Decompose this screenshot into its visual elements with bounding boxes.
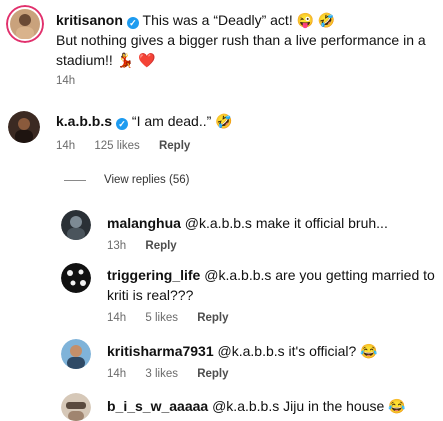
- reply-time: 14h: [107, 312, 127, 324]
- view-replies-divider: [64, 180, 86, 181]
- reply-text: triggering_life @k.a.b.b.s are you getti…: [107, 266, 435, 284]
- reply-body: @k.a.b.b.s make it official bruh...: [184, 215, 388, 231]
- reply-text-line: kriti is real???: [107, 287, 194, 303]
- username[interactable]: kritisanon: [56, 12, 123, 28]
- reply-text: malanghua @k.a.b.b.s make it official br…: [107, 214, 388, 232]
- username[interactable]: kritisharma7931: [107, 343, 214, 359]
- reply-button[interactable]: Reply: [197, 368, 228, 380]
- comment-body: This was a “Deadly” act! 😜 🤣: [142, 12, 336, 28]
- comment-text-line: But nothing gives a bigger rush than a l…: [56, 32, 426, 48]
- avatar[interactable]: [61, 263, 91, 293]
- likes-count[interactable]: 3 likes: [145, 368, 178, 380]
- username[interactable]: k.a.b.b.s: [56, 113, 112, 129]
- comment-text-line: stadium!! 💃 ❤️: [56, 52, 156, 68]
- comment-time: 14h: [56, 75, 76, 87]
- comment-text: kritisanon ✓ This was a “Deadly” act! 😜 🤣: [56, 11, 335, 29]
- avatar[interactable]: [61, 393, 91, 421]
- reply-button[interactable]: Reply: [197, 312, 228, 324]
- verified-badge-icon: ✓: [126, 17, 139, 29]
- reply-body: @k.a.b.b.s are you getting married to: [204, 267, 435, 283]
- comment-meta: 14h 125 likes Reply: [56, 139, 206, 153]
- reply-time: 13h: [107, 240, 127, 252]
- reply-meta: 14h 5 likes Reply: [107, 311, 245, 325]
- avatar[interactable]: [8, 111, 40, 143]
- avatar[interactable]: [61, 210, 91, 240]
- reply-button[interactable]: Reply: [145, 240, 176, 252]
- avatar[interactable]: [61, 339, 91, 369]
- comment-body: “I am dead..” 🤣: [131, 113, 233, 129]
- reply-meta: 14h 3 likes Reply: [107, 367, 245, 381]
- username[interactable]: b_i_s_w_aaaaa: [107, 398, 208, 414]
- reply-button[interactable]: Reply: [159, 140, 190, 152]
- reply-meta: 13h Reply: [107, 239, 193, 253]
- verified-badge-icon: ✓: [116, 118, 129, 130]
- comment-meta: 14h: [56, 74, 91, 88]
- likes-count[interactable]: 5 likes: [145, 312, 178, 324]
- view-replies-button[interactable]: View replies (56): [104, 173, 189, 187]
- reply-text: b_i_s_w_aaaaa @k.a.b.b.s Jiju in the hou…: [107, 397, 406, 415]
- avatar[interactable]: [6, 5, 44, 43]
- username[interactable]: triggering_life: [107, 267, 200, 283]
- likes-count[interactable]: 125 likes: [94, 140, 139, 152]
- reply-time: 14h: [107, 368, 127, 380]
- reply-text: kritisharma7931 @k.a.b.b.s it's official…: [107, 342, 378, 360]
- username[interactable]: malanghua: [107, 215, 181, 231]
- comment-time: 14h: [56, 140, 76, 152]
- comment-text: k.a.b.b.s ✓ “I am dead..” 🤣: [56, 112, 233, 130]
- reply-body: @k.a.b.b.s Jiju in the house 😂: [212, 398, 406, 414]
- reply-body: @k.a.b.b.s it's official? 😂: [217, 343, 378, 359]
